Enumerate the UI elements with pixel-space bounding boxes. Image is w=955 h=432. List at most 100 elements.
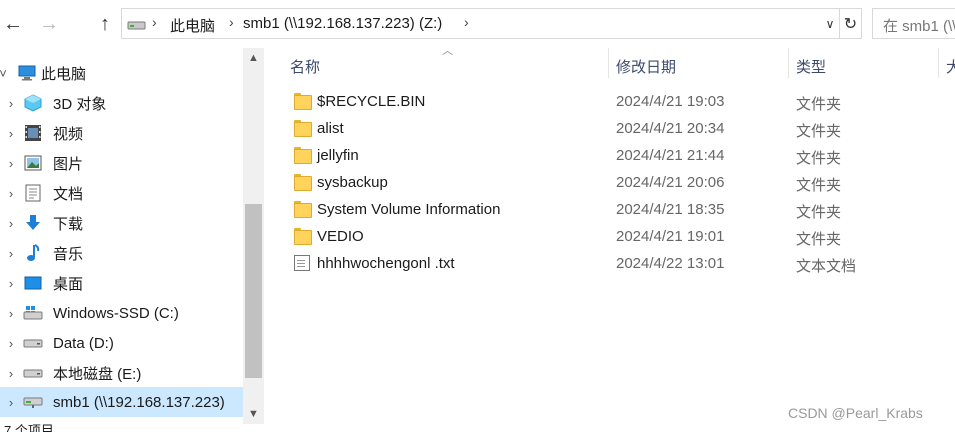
nav-item-3d-objects[interactable]: › 3D 对象 — [0, 88, 243, 118]
nav-item-label: smb1 (\\192.168.137.223) — [53, 393, 225, 411]
music-icon — [22, 244, 44, 262]
chevron-right-icon[interactable]: › — [0, 336, 22, 351]
breadcrumb-separator: › — [464, 14, 469, 30]
text-file-icon — [294, 255, 310, 271]
forward-arrow-icon: → — [39, 12, 59, 35]
column-divider[interactable] — [788, 48, 789, 78]
file-row[interactable]: hhhhwochengonl .txt 2024/4/22 13:01 文本文档 — [264, 250, 955, 277]
back-arrow-icon: ← — [3, 12, 23, 35]
column-header-name[interactable]: 名称 — [290, 48, 320, 78]
forward-button[interactable]: → — [36, 10, 62, 38]
nav-item-label: 视频 — [53, 125, 84, 143]
drive-icon — [22, 334, 44, 352]
video-icon — [22, 124, 44, 142]
file-type: 文件夹 — [796, 150, 842, 167]
breadcrumb-separator: › — [229, 14, 234, 30]
scroll-up-icon[interactable]: ▲ — [243, 48, 264, 68]
address-history-dropdown[interactable]: ∨ — [821, 13, 839, 35]
nav-item-downloads[interactable]: › 下载 — [0, 208, 243, 238]
nav-item-drive-e[interactable]: › 本地磁盘 (E:) — [0, 358, 243, 388]
file-row[interactable]: sysbackup 2024/4/21 20:06 文件夹 — [264, 169, 955, 196]
breadcrumb-this-pc[interactable]: 此电脑 — [170, 15, 215, 36]
refresh-button[interactable]: ↻ — [840, 8, 862, 39]
file-name: VEDIO — [317, 228, 364, 245]
nav-item-pictures[interactable]: › 图片 — [0, 148, 243, 178]
navigation-pane: ˅ 此电脑 › 3D 对象 › 视频 › 图片 › 文档 › 下载 › 音乐 ›… — [0, 48, 264, 432]
file-date: 2024/4/21 19:03 — [616, 93, 725, 110]
file-type: 文件夹 — [796, 231, 842, 248]
sort-ascending-icon: ︿ — [442, 45, 453, 57]
column-header-date[interactable]: 修改日期 — [616, 48, 676, 78]
folder-icon — [294, 201, 312, 218]
nav-item-label: 桌面 — [53, 275, 84, 293]
scrollbar-thumb[interactable] — [245, 204, 262, 378]
column-divider[interactable] — [608, 48, 609, 78]
file-name: hhhhwochengonl .txt — [317, 255, 455, 272]
nav-item-label: 3D 对象 — [53, 95, 107, 113]
chevron-right-icon[interactable]: › — [0, 246, 22, 261]
scroll-down-icon[interactable]: ▼ — [243, 404, 264, 424]
file-name: alist — [317, 120, 344, 137]
folder-icon — [294, 120, 312, 137]
file-date: 2024/4/21 21:44 — [616, 147, 725, 164]
file-date: 2024/4/21 18:35 — [616, 201, 725, 218]
chevron-right-icon[interactable]: › — [0, 126, 22, 141]
chevron-right-icon[interactable]: › — [0, 276, 22, 291]
chevron-right-icon[interactable]: › — [0, 366, 22, 381]
file-date: 2024/4/22 13:01 — [616, 255, 725, 272]
folder-icon — [294, 228, 312, 245]
nav-item-label: 文档 — [53, 185, 84, 203]
nav-scrollbar[interactable]: ▲ ▼ — [243, 48, 264, 424]
status-item-count: 7 个项目 — [4, 423, 54, 432]
file-name: $RECYCLE.BIN — [317, 93, 426, 110]
file-row[interactable]: alist 2024/4/21 20:34 文件夹 — [264, 115, 955, 142]
nav-item-this-pc[interactable]: ˅ 此电脑 — [0, 58, 243, 88]
column-header-type[interactable]: 类型 — [796, 48, 826, 78]
file-row[interactable]: jellyfin 2024/4/21 21:44 文件夹 — [264, 142, 955, 169]
nav-item-label: 图片 — [53, 155, 84, 173]
windows-drive-icon — [22, 304, 44, 322]
chevron-right-icon[interactable]: › — [0, 186, 22, 201]
nav-item-documents[interactable]: › 文档 — [0, 178, 243, 208]
nav-item-drive-c[interactable]: › Windows-SSD (C:) — [0, 298, 243, 328]
download-icon — [22, 214, 44, 232]
file-date: 2024/4/21 20:06 — [616, 174, 725, 191]
file-name: sysbackup — [317, 174, 388, 191]
breadcrumb-smb1[interactable]: smb1 (\\192.168.137.223) (Z:) — [243, 15, 442, 32]
chevron-expanded-icon[interactable]: ˅ — [0, 66, 8, 81]
column-divider[interactable] — [938, 48, 939, 78]
back-button[interactable]: ← — [0, 10, 26, 38]
up-button[interactable]: ↑ — [92, 10, 118, 38]
file-date: 2024/4/21 19:01 — [616, 228, 725, 245]
chevron-right-icon[interactable]: › — [0, 306, 22, 321]
nav-item-label: 此电脑 — [41, 65, 87, 83]
address-toolbar: ← → ↑ › 此电脑 › smb1 (\\192.168.137.223) (… — [0, 0, 955, 48]
nav-item-smb1[interactable]: › smb1 (\\192.168.137.223) — [0, 387, 243, 417]
file-row[interactable]: $RECYCLE.BIN 2024/4/21 19:03 文件夹 — [264, 88, 955, 115]
file-row[interactable]: System Volume Information 2024/4/21 18:3… — [264, 196, 955, 223]
file-date: 2024/4/21 20:34 — [616, 120, 725, 137]
chevron-right-icon[interactable]: › — [0, 96, 22, 111]
nav-item-label: 本地磁盘 (E:) — [53, 365, 142, 383]
nav-item-label: 下载 — [53, 215, 84, 233]
nav-item-desktop[interactable]: › 桌面 — [0, 268, 243, 298]
nav-item-music[interactable]: › 音乐 — [0, 238, 243, 268]
network-drive-icon — [22, 393, 44, 411]
network-drive-icon — [127, 18, 147, 35]
column-header-size[interactable]: 大 — [946, 48, 955, 78]
breadcrumb-separator: › — [152, 14, 157, 30]
search-input[interactable]: 在 smb1 (\\ — [872, 8, 955, 39]
file-row[interactable]: VEDIO 2024/4/21 19:01 文件夹 — [264, 223, 955, 250]
address-bar[interactable]: › 此电脑 › smb1 (\\192.168.137.223) (Z:) › … — [121, 8, 840, 39]
chevron-right-icon[interactable]: › — [0, 216, 22, 231]
folder-icon — [294, 147, 312, 164]
documents-icon — [22, 184, 44, 202]
desktop-icon — [22, 274, 44, 292]
nav-item-label: Data (D:) — [53, 334, 114, 352]
chevron-right-icon[interactable]: › — [0, 395, 22, 410]
folder-icon — [294, 93, 312, 110]
chevron-right-icon[interactable]: › — [0, 156, 22, 171]
nav-item-videos[interactable]: › 视频 — [0, 118, 243, 148]
nav-item-drive-d[interactable]: › Data (D:) — [0, 328, 243, 358]
file-type: 文件夹 — [796, 204, 842, 221]
